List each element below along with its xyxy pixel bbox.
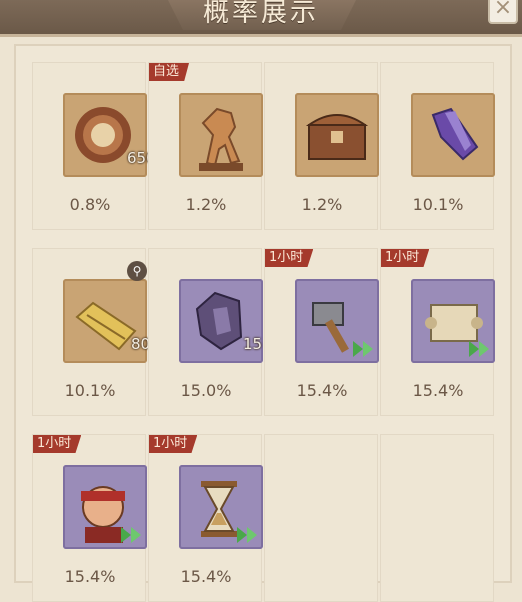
hourglass-icon (179, 465, 263, 549)
horse-statue-icon (179, 93, 263, 177)
treasure-chest-icon (295, 93, 379, 177)
close-button[interactable]: × (488, 0, 518, 24)
item-cell-horse[interactable]: 自选 1.2% (148, 62, 263, 230)
item-cell-medal[interactable]: 650 0.8% (32, 62, 156, 230)
probability-panel: 650 0.8% 自选 1.2% 1.2% 10.1% ⚲ 80 10.1% 1… (14, 44, 512, 602)
empty-cell (380, 434, 494, 602)
purple-crystal-icon (411, 93, 495, 177)
arrow-icon (353, 341, 373, 357)
item-cell-chest[interactable]: 1.2% (264, 62, 379, 230)
item-cell-stone-shards[interactable]: 15 15.0% (148, 248, 263, 416)
item-chance: 10.1% (64, 381, 116, 400)
item-cell-hourglass[interactable]: 1小时 15.4% (148, 434, 263, 602)
item-cell-crystal[interactable]: 10.1% (380, 62, 495, 230)
item-cell-scroll[interactable]: 1小时 15.4% (380, 248, 495, 416)
item-cell-gold-fragments[interactable]: ⚲ 80 10.1% (32, 248, 150, 416)
soldier-head-icon (63, 465, 147, 549)
item-tag: 1小时 (33, 435, 82, 453)
item-tag: 1小时 (381, 249, 430, 267)
arrow-icon (469, 341, 489, 357)
item-count: 15 (243, 335, 263, 353)
arrow-icon (121, 527, 141, 543)
item-chance: 15.0% (180, 381, 232, 400)
item-chance: 15.4% (64, 567, 116, 586)
item-chance: 10.1% (412, 195, 464, 214)
hammer-icon (295, 279, 379, 363)
empty-cell (264, 434, 378, 602)
close-icon: × (493, 0, 513, 20)
item-tag: 1小时 (265, 249, 314, 267)
item-chance: 1.2% (301, 195, 343, 214)
scroll-icon (411, 279, 495, 363)
item-chance: 15.4% (296, 381, 348, 400)
item-tag: 自选 (149, 63, 190, 81)
item-chance: 0.8% (69, 195, 111, 214)
item-cell-hammer[interactable]: 1小时 15.4% (264, 248, 379, 416)
item-chance: 1.2% (185, 195, 227, 214)
window-title: 概率展示 (202, 0, 319, 28)
item-tag: 1小时 (149, 435, 198, 453)
item-cell-soldier[interactable]: 1小时 15.4% (32, 434, 147, 602)
magnifier-icon[interactable]: ⚲ (127, 261, 147, 281)
item-chance: 15.4% (180, 567, 232, 586)
item-chance: 15.4% (412, 381, 464, 400)
arrow-icon (237, 527, 257, 543)
